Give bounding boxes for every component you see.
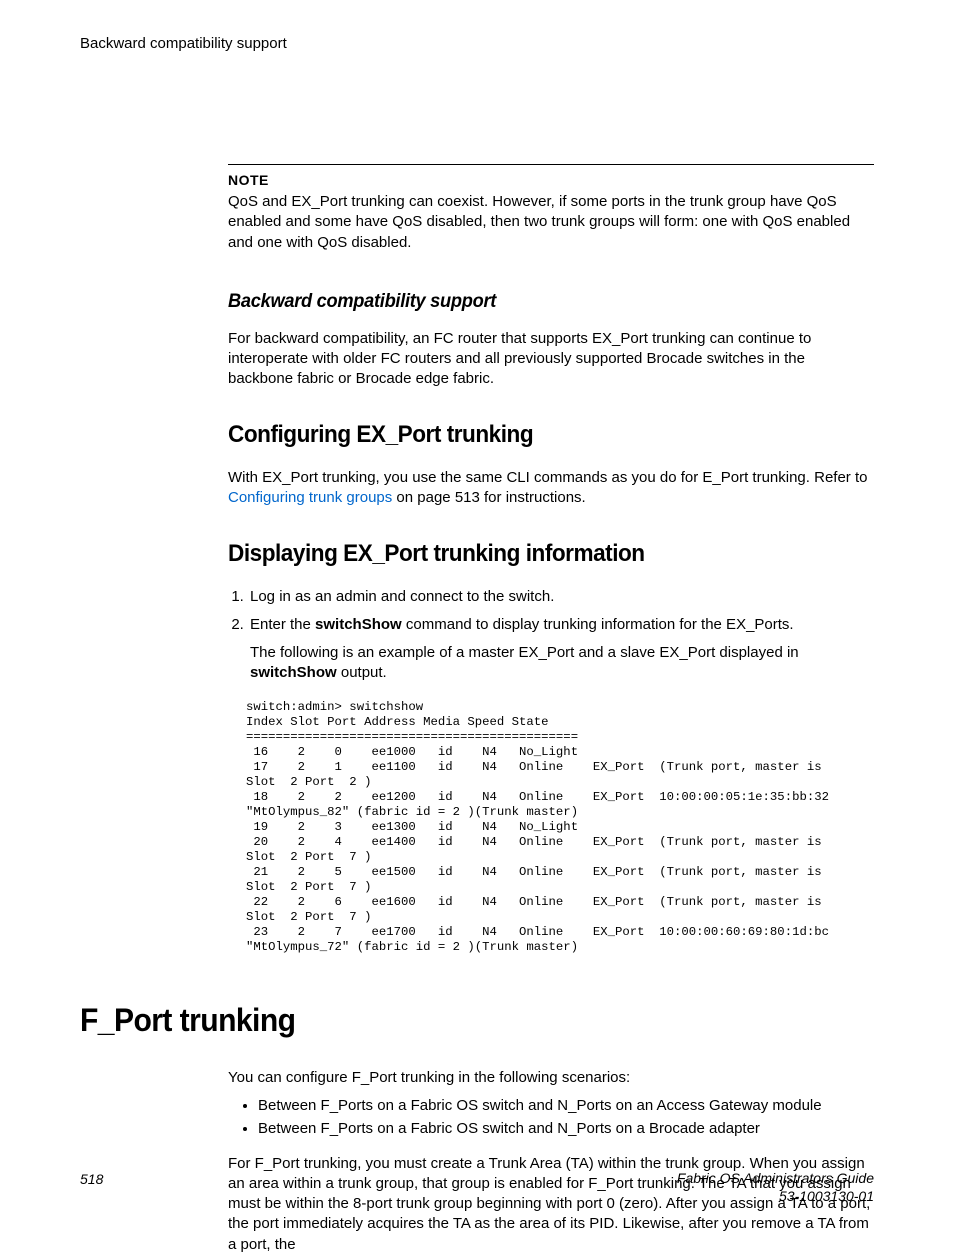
text: The following is an example of a master … <box>250 644 799 661</box>
step-1: Log in as an admin and connect to the sw… <box>248 587 874 607</box>
heading-displaying-export: Displaying EX_Port trunking information <box>228 538 835 570</box>
text: Enter the <box>250 616 315 633</box>
note-body: QoS and EX_Port trunking can coexist. Ho… <box>228 192 874 253</box>
link-configuring-trunk-groups[interactable]: Configuring trunk groups <box>228 489 392 506</box>
text: output. <box>337 664 387 681</box>
list-item: Between F_Ports on a Fabric OS switch an… <box>258 1096 874 1116</box>
page-footer: 518 Fabric OS Administrators Guide 53-10… <box>80 1170 874 1205</box>
heading-backward-compat: Backward compatibility support <box>228 289 848 315</box>
step-2-detail: The following is an example of a master … <box>250 643 874 684</box>
text: on page 513 for instructions. <box>392 489 585 506</box>
page-number: 518 <box>80 1170 103 1205</box>
note-label: NOTE <box>228 171 874 190</box>
list-item: Between F_Ports on a Fabric OS switch an… <box>258 1119 874 1139</box>
cli-output: switch:admin> switchshow Index Slot Port… <box>246 700 874 955</box>
para-backward-compat: For backward compatibility, an FC router… <box>228 329 874 390</box>
text: command to display trunking information … <box>402 616 794 633</box>
fport-intro: You can configure F_Port trunking in the… <box>228 1068 874 1088</box>
text: With EX_Port trunking, you use the same … <box>228 469 867 486</box>
running-header: Backward compatibility support <box>80 34 874 54</box>
note-rule <box>228 164 874 165</box>
step-2: Enter the switchShow command to display … <box>248 615 874 684</box>
para-configuring-export: With EX_Port trunking, you use the same … <box>228 468 874 509</box>
command-switchshow: switchShow <box>315 616 402 633</box>
procedure-steps: Log in as an admin and connect to the sw… <box>228 587 874 684</box>
heading-configuring-export: Configuring EX_Port trunking <box>228 419 835 451</box>
step-text: Log in as an admin and connect to the sw… <box>250 588 554 605</box>
heading-fport-trunking: F_Port trunking <box>80 999 826 1042</box>
fport-scenarios: Between F_Ports on a Fabric OS switch an… <box>228 1096 874 1140</box>
command-switchshow: switchShow <box>250 664 337 681</box>
footer-title: Fabric OS Administrators Guide 53-100313… <box>677 1170 874 1205</box>
